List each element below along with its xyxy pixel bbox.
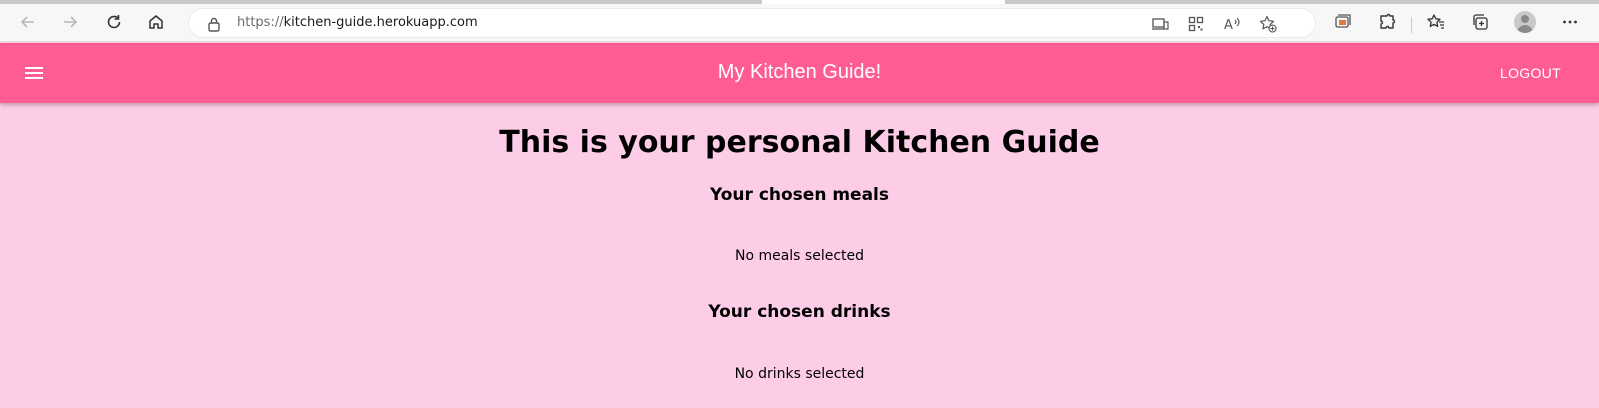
read-aloud-button[interactable]: A — [1221, 14, 1243, 34]
extensions-icon — [1380, 13, 1396, 29]
tab-actions-button[interactable] — [1465, 7, 1495, 37]
app-available-icon — [1152, 18, 1169, 30]
qr-code-icon — [1188, 16, 1204, 32]
forward-button[interactable] — [55, 7, 85, 37]
address-bar[interactable]: https://kitchen-guide.herokuapp.com A — [188, 8, 1316, 38]
app-bar: My Kitchen Guide! LOGOUT — [0, 43, 1599, 103]
drinks-section-title: Your chosen drinks — [708, 302, 891, 322]
extensions-button[interactable] — [1372, 7, 1402, 37]
back-icon — [20, 16, 34, 28]
read-aloud-glyph: A — [1224, 18, 1233, 32]
home-button[interactable] — [141, 7, 171, 37]
home-icon — [149, 15, 163, 29]
add-favorite-icon — [1259, 15, 1277, 33]
forward-icon — [64, 16, 78, 28]
app-title: My Kitchen Guide! — [717, 61, 882, 83]
collections-icon — [1335, 14, 1351, 28]
back-button[interactable] — [13, 7, 43, 37]
read-aloud-icon: A — [1224, 17, 1240, 32]
more-button[interactable] — [1555, 7, 1585, 37]
url-text[interactable]: https://kitchen-guide.herokuapp.com — [237, 15, 478, 30]
refresh-button[interactable] — [99, 7, 129, 37]
toolbar-divider — [1411, 17, 1412, 33]
refresh-icon — [107, 15, 121, 29]
browser-toolbar: https://kitchen-guide.herokuapp.com A — [0, 4, 1599, 42]
tab-actions-icon — [1473, 14, 1488, 30]
url-host: kitchen-guide.herokuapp.com — [283, 15, 478, 30]
lock-icon[interactable] — [207, 16, 221, 32]
qr-code-button[interactable] — [1185, 14, 1207, 34]
profile-icon[interactable] — [1514, 11, 1536, 33]
app-available-button[interactable] — [1149, 14, 1171, 34]
drinks-empty-text: No drinks selected — [734, 366, 865, 382]
collections-button[interactable] — [1328, 7, 1358, 37]
favorites-icon — [1427, 14, 1444, 29]
page-title: This is your personal Kitchen Guide — [499, 125, 1100, 160]
add-favorite-button[interactable] — [1257, 14, 1279, 34]
favorites-button[interactable] — [1421, 7, 1451, 37]
more-icon — [1563, 20, 1577, 24]
meals-empty-text: No meals selected — [734, 248, 865, 264]
meals-section-title: Your chosen meals — [709, 185, 890, 205]
logout-button[interactable]: LOGOUT — [1500, 65, 1561, 81]
url-scheme: https:// — [237, 15, 284, 30]
